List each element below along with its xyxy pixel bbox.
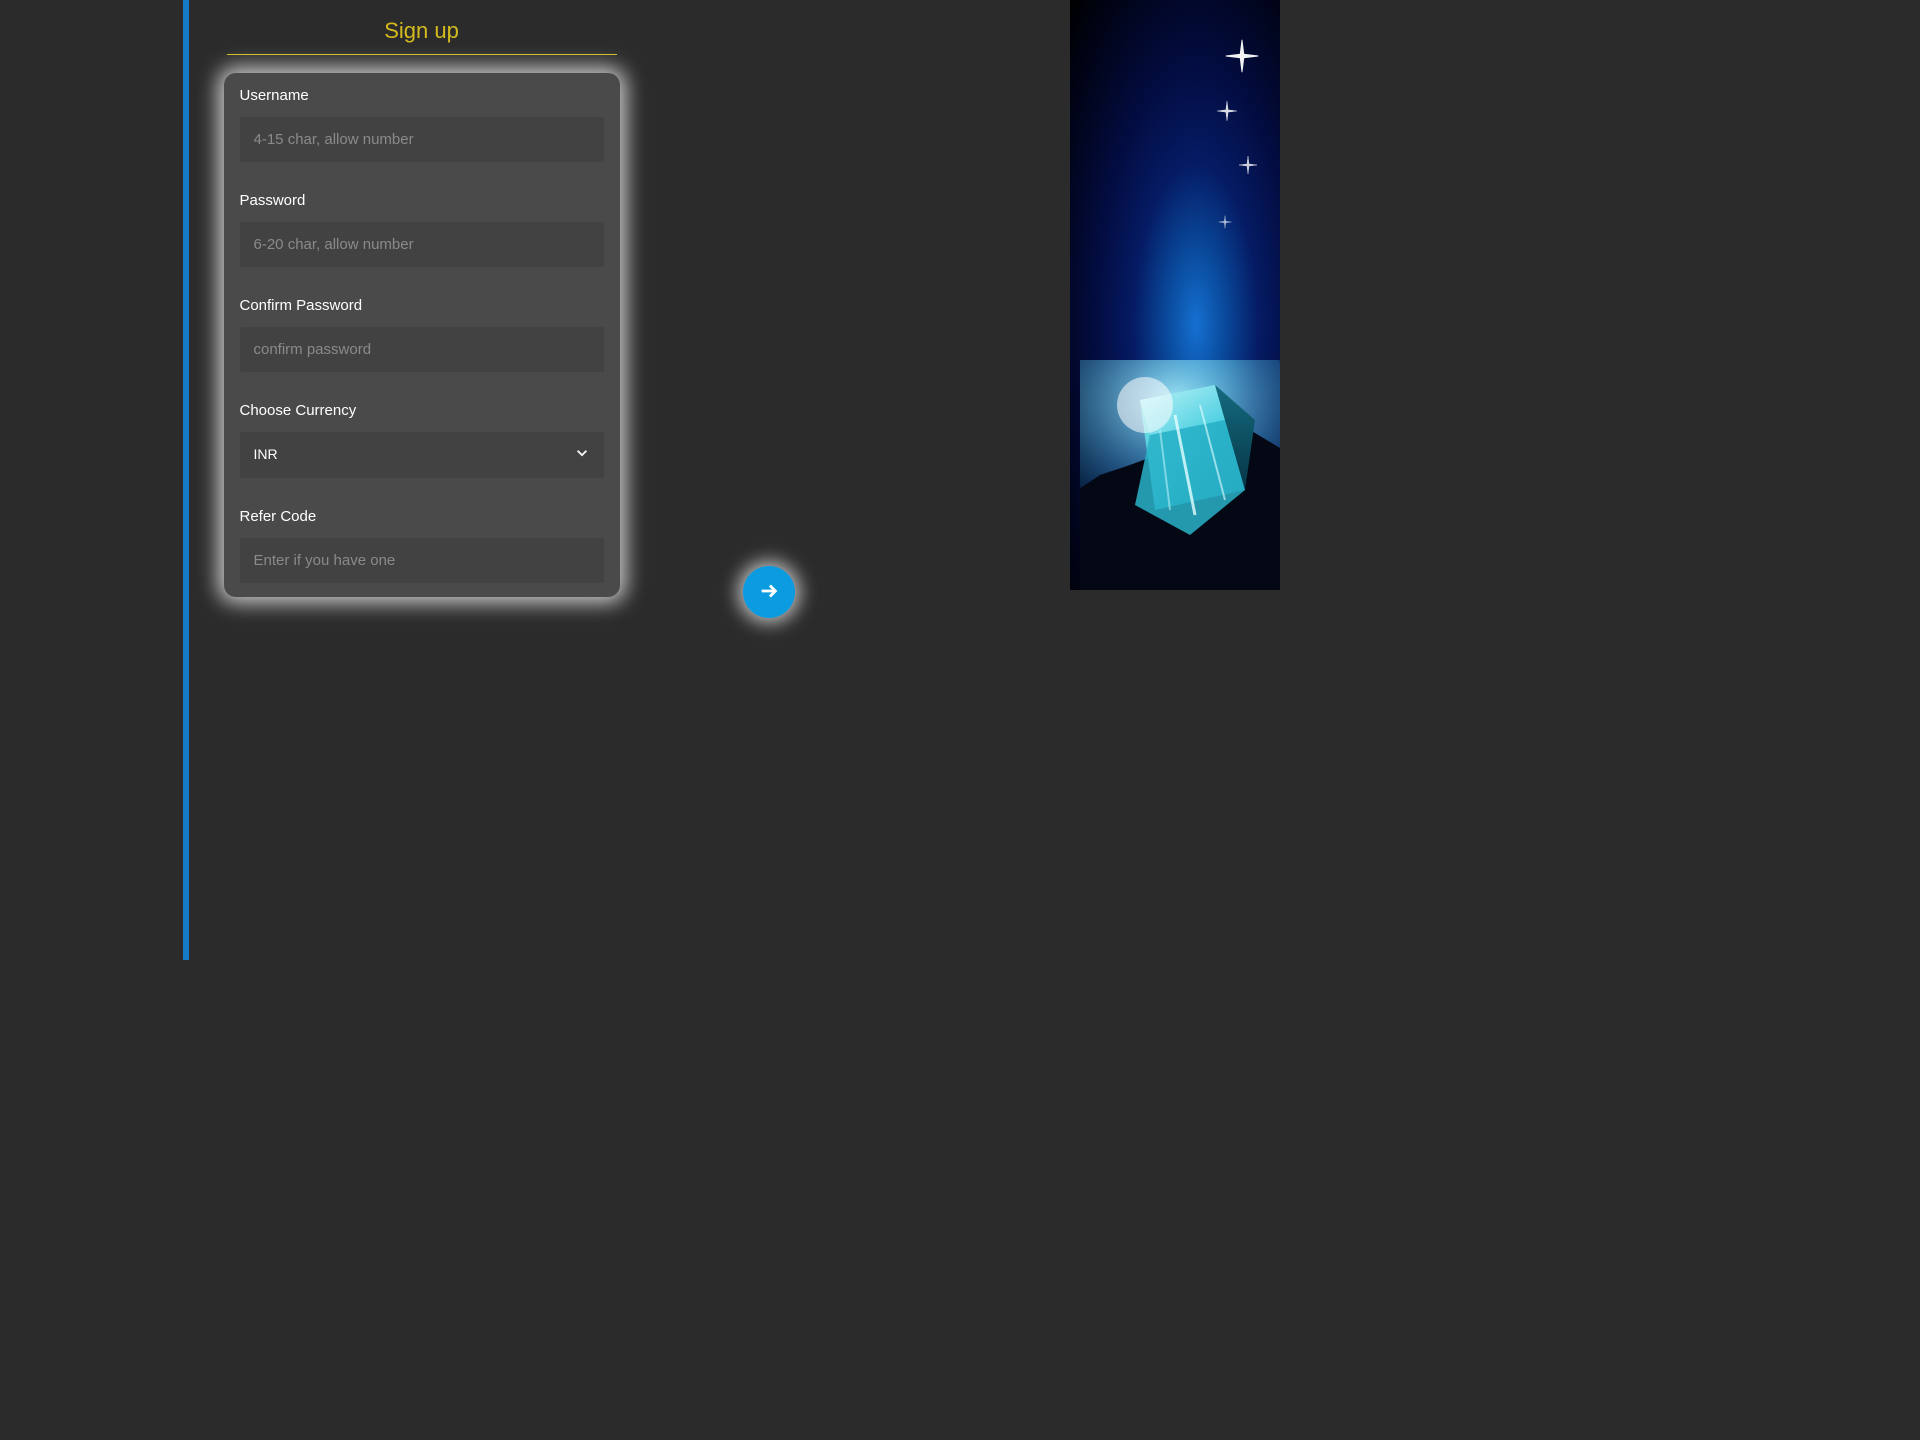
currency-selected-value: INR — [254, 446, 278, 462]
confirm-password-label: Confirm Password — [240, 297, 604, 314]
refer-code-group: Refer Code — [240, 508, 604, 583]
sparkle-icon — [1224, 38, 1260, 79]
sparkle-icon — [1238, 155, 1258, 180]
username-group: Username — [240, 87, 604, 162]
left-panel — [0, 0, 180, 960]
next-button[interactable] — [743, 566, 795, 618]
currency-label: Choose Currency — [240, 402, 604, 419]
sparkle-icon — [1216, 100, 1238, 127]
refer-code-input[interactable] — [240, 538, 604, 583]
username-input[interactable] — [240, 117, 604, 162]
arrow-right-icon — [758, 580, 780, 605]
currency-group: Choose Currency INR — [240, 402, 604, 478]
currency-select[interactable]: INR — [240, 432, 604, 478]
username-label: Username — [240, 87, 604, 104]
password-group: Password — [240, 192, 604, 267]
confirm-password-input[interactable] — [240, 327, 604, 372]
promo-sidebar — [1070, 0, 1280, 590]
main-container: Sign up Username Password Confirm Passwo… — [189, 0, 654, 597]
sparkle-icon — [1218, 215, 1232, 234]
chevron-down-icon — [575, 446, 589, 465]
crystal-graphic — [1080, 360, 1280, 590]
signup-form-card: Username Password Confirm Password Choos… — [224, 73, 620, 597]
password-label: Password — [240, 192, 604, 209]
confirm-password-group: Confirm Password — [240, 297, 604, 372]
refer-code-label: Refer Code — [240, 508, 604, 525]
page-title: Sign up — [227, 18, 617, 55]
password-input[interactable] — [240, 222, 604, 267]
